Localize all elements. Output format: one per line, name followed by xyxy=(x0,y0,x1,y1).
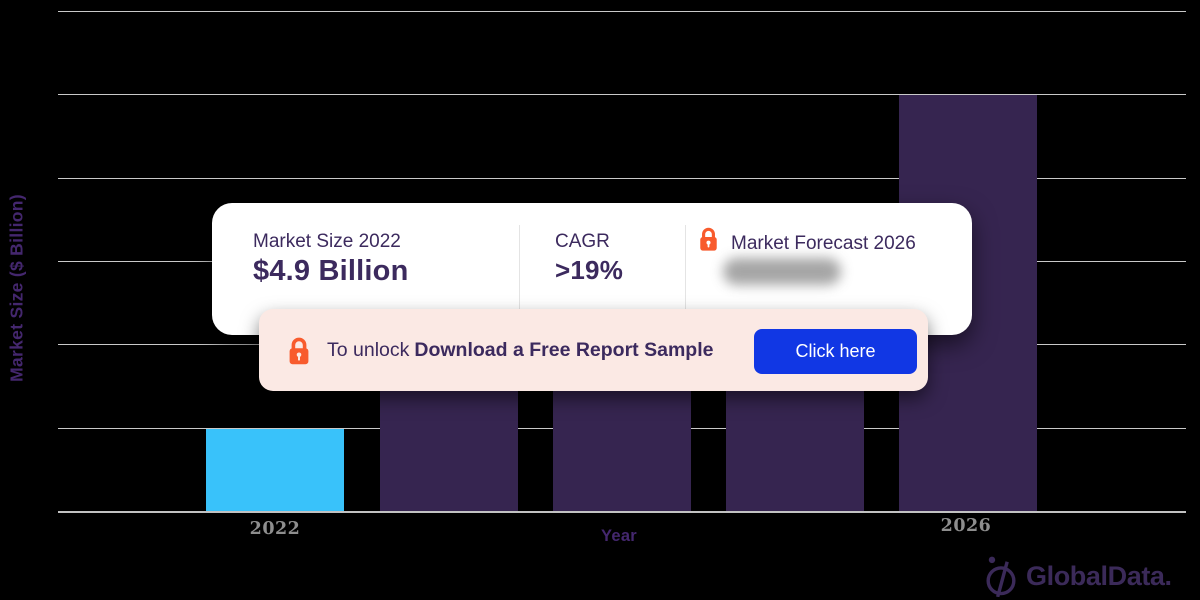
unlock-message: To unlockDownload a Free Report Sample xyxy=(327,339,713,362)
lock-icon xyxy=(287,335,311,366)
market-size-label: Market Size 2022 xyxy=(253,231,409,253)
unlock-message-bold: Download a Free Report Sample xyxy=(414,339,713,361)
forecast-label: Market Forecast 2026 xyxy=(731,233,916,255)
y-axis-title: Market Size ($ Billion) xyxy=(7,194,28,382)
forecast-value-redacted xyxy=(723,258,841,285)
card-divider xyxy=(519,225,520,311)
gridline xyxy=(58,11,1186,12)
market-size-chart: Market Size ($ Billion) 2022 2026 Year M… xyxy=(0,0,1200,600)
globaldata-logo: GlobalData. xyxy=(982,555,1172,597)
card-divider xyxy=(685,225,686,311)
x-axis-title: Year xyxy=(569,527,669,546)
x-axis-line xyxy=(58,511,1186,513)
logo-text: GlobalData. xyxy=(1026,561,1172,592)
x-tick-2026: 2026 xyxy=(906,516,1026,536)
cagr-value: >19% xyxy=(555,255,623,286)
unlock-banner: To unlockDownload a Free Report Sample C… xyxy=(259,309,928,391)
bar-2023 xyxy=(380,378,518,511)
cagr-label: CAGR xyxy=(555,231,623,253)
market-size-value: $4.9 Billion xyxy=(253,255,409,288)
click-here-button[interactable]: Click here xyxy=(754,329,917,374)
compass-icon xyxy=(982,555,1020,597)
unlock-message-prefix: To unlock xyxy=(327,339,409,361)
lock-icon xyxy=(698,225,719,253)
bar-2022 xyxy=(206,429,344,511)
x-tick-2022: 2022 xyxy=(215,519,335,539)
